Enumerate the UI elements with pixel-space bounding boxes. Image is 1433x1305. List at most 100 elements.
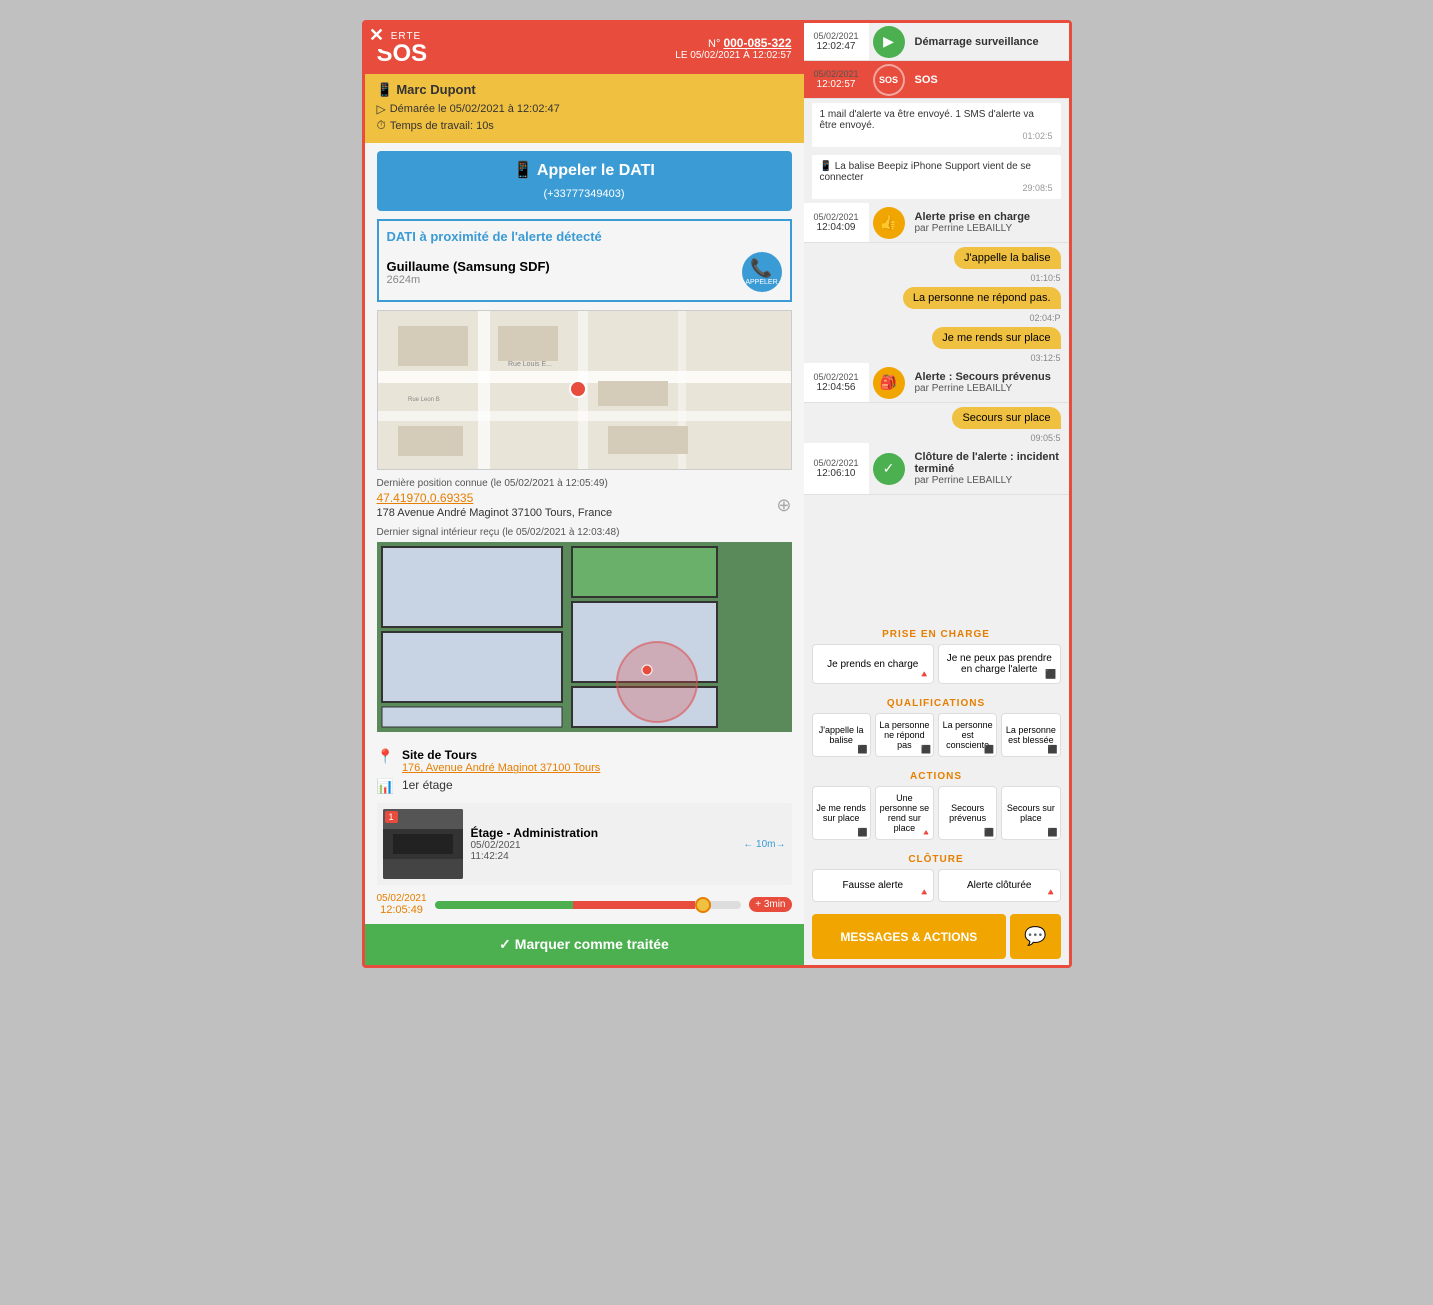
location-row: 47.41970,0.69335 178 Avenue André Magino… (377, 491, 792, 519)
event-sub-3: par Perrine LEBAILLY (915, 223, 1063, 234)
location-coords[interactable]: 47.41970,0.69335 (377, 491, 613, 505)
event-icon-col-1: ▶ (869, 23, 909, 60)
location-info: Dernière position connue (le 05/02/2021 … (377, 478, 792, 519)
ne-pas-prendre-button[interactable]: Je ne peux pas prendre en charge l'alert… (938, 644, 1061, 684)
personne-consciente-button[interactable]: La personne est consciente ⬛ (938, 713, 997, 757)
qualif-icon-1: ⬛ (858, 745, 868, 754)
cloture-icon-2: 🔺 (1045, 887, 1056, 898)
photo-title: Étage - Administration (471, 826, 736, 840)
event-content-5: Clôture de l'alerte : incident terminé p… (909, 443, 1069, 494)
event-time-5: 05/02/2021 12:06:10 (804, 443, 869, 494)
map-background: Rue Louis E... Rue Leon B (378, 311, 791, 469)
cloture-row: Fausse alerte 🔺 Alerte clôturée 🔺 (804, 869, 1069, 908)
dati-proximity-box: DATI à proximité de l'alerte détecté Gui… (377, 219, 792, 302)
location-address: 178 Avenue André Maginot 37100 Tours, Fr… (377, 507, 613, 519)
event-title-1: Démarrage surveillance (915, 36, 1063, 48)
message-time-2: 02:04:P (804, 313, 1061, 323)
event-title-4: Alerte : Secours prévenus (915, 371, 1063, 383)
timeline-bar (435, 901, 742, 909)
prise-en-charge-title: PRISE EN CHARGE (804, 621, 1069, 644)
close-button[interactable]: ✕ (363, 21, 391, 49)
call-dati-number: (+33777349403) (543, 188, 624, 201)
timeline-section: 05/02/2021 12:05:49 + 3min (365, 885, 804, 924)
qualif-icon-2: ⬛ (921, 745, 931, 754)
event-time-1: 05/02/2021 12:02:47 (804, 23, 869, 60)
site-row: 📍 Site de Tours 176, Avenue André Magino… (377, 748, 792, 774)
photo-date: 05/02/2021 11:42:24 (471, 840, 736, 862)
message-bubble-1: J'appelle la balise (954, 247, 1061, 269)
dati-call-button[interactable]: 📞 APPELER (742, 252, 782, 292)
site-name: Site de Tours (402, 748, 600, 762)
messages-actions-button[interactable]: MESSAGES & ACTIONS (812, 914, 1007, 959)
photo-thumbnail[interactable]: 1 (383, 809, 463, 879)
message-time-4: 09:05:5 (804, 433, 1061, 443)
site-icon: 📍 (377, 748, 394, 765)
crosshair-icon[interactable]: ⊕ (776, 495, 791, 516)
timeline-green (435, 901, 573, 909)
event-content-1: Démarrage surveillance (909, 23, 1069, 60)
map-container[interactable]: Rue Louis E... Rue Leon B (377, 310, 792, 470)
call-dati-button[interactable]: 📱 Appeler le DATI (+33777349403) (377, 151, 792, 211)
site-info: 📍 Site de Tours 176, Avenue André Magino… (365, 740, 804, 803)
message-bubble-2: La personne ne répond pas. (903, 287, 1061, 309)
rends-place-button[interactable]: Je me rends sur place ⬛ (812, 786, 871, 840)
site-address[interactable]: 176, Avenue André Maginot 37100 Tours (402, 762, 600, 774)
work-time-row: ⏱ Temps de travail: 10s (377, 118, 792, 133)
event-icon-col-3: 👍 (869, 203, 909, 242)
timeline-red (573, 901, 696, 909)
info-box: 📱 Marc Dupont ▷ Démarée le 05/02/2021 à … (365, 74, 804, 143)
secours-place-button[interactable]: Secours sur place ⬛ (1001, 786, 1060, 840)
event-content-3: Alerte prise en charge par Perrine LEBAI… (909, 203, 1069, 242)
mark-treated-button[interactable]: ✓ Marquer comme traitée (365, 924, 804, 965)
photo-badge: 1 (385, 811, 398, 823)
event-icon-col-5: ✓ (869, 443, 909, 494)
cloture-title: CLÔTURE (804, 846, 1069, 869)
event-title-3: Alerte prise en charge (915, 211, 1063, 223)
personne-blessee-button[interactable]: La personne est blessée ⬛ (1001, 713, 1060, 757)
photo-section: 1 Étage - Administration 05/02/2021 11:4… (377, 803, 792, 885)
action-icon-3: ⬛ (984, 828, 994, 837)
dati-distance: 2624m (387, 274, 550, 286)
floor-row: 📊 1er étage (377, 778, 792, 795)
event-sub-5: par Perrine LEBAILLY (915, 475, 1063, 486)
right-scroll: 05/02/2021 12:02:47 ▶ Démarrage surveill… (804, 23, 1069, 965)
alert-number-label: N° 000-085-322 (675, 36, 791, 50)
timeline-clock: 12:05:49 (377, 904, 427, 916)
last-position-label: Dernière position connue (le 05/02/2021 … (377, 478, 792, 489)
dati-proximity-title: DATI à proximité de l'alerte détecté (387, 229, 782, 244)
sos-circle-icon: SOS (873, 64, 905, 96)
event-item-2: 05/02/2021 12:02:57 SOS SOS (804, 61, 1069, 99)
qualifications-row: J'appelle la balise ⬛ La personne ne rép… (804, 713, 1069, 763)
message-bubble-4: Secours sur place (952, 407, 1060, 429)
personne-repond-pas-button[interactable]: La personne ne répond pas ⬛ (875, 713, 934, 757)
chat-icon-button[interactable]: 💬 (1010, 914, 1060, 959)
timeline-date: 05/02/2021 (377, 893, 427, 904)
secours-prevenus-button[interactable]: Secours prévenus ⬛ (938, 786, 997, 840)
phone-icon: 📞 (750, 258, 772, 279)
message-time-1: 01:10:5 (804, 273, 1061, 283)
left-panel: ALERTE SOS N° 000-085-322 LE 05/02/2021 … (365, 23, 804, 965)
alerte-cloturee-button[interactable]: Alerte clôturée 🔺 (938, 869, 1061, 902)
indoor-svg (377, 542, 792, 732)
floor-label: 1er étage (402, 778, 453, 792)
fausse-alerte-button[interactable]: Fausse alerte 🔺 (812, 869, 935, 902)
main-container: ✕ ALERTE SOS N° 000-085-322 LE 05/02/202… (362, 20, 1072, 968)
prendre-en-charge-button[interactable]: Je prends en charge 🔺 (812, 644, 935, 684)
event-content-4: Alerte : Secours prévenus par Perrine LE… (909, 363, 1069, 402)
stop-small-icon: ⬛ (1045, 669, 1056, 680)
alert-date: LE 05/02/2021 À 12:02:57 (675, 50, 791, 61)
event-item-5: 05/02/2021 12:06:10 ✓ Clôture de l'alert… (804, 443, 1069, 495)
location-details: 47.41970,0.69335 178 Avenue André Magino… (377, 491, 613, 519)
cloture-icon-1: 🔺 (919, 887, 930, 898)
info-message-2: 📱 La balise Beepiz iPhone Support vient … (812, 155, 1061, 199)
event-title-2: SOS (915, 74, 1063, 86)
thumbsup-small-icon: 🔺 (919, 669, 930, 680)
phone-small-icon: 📱 (820, 161, 835, 172)
message-time-3: 03:12:5 (804, 353, 1061, 363)
qualif-icon-3: ⬛ (984, 745, 994, 754)
photo-info: Étage - Administration 05/02/2021 11:42:… (471, 826, 736, 862)
timeline-plus: + 3min (749, 897, 791, 912)
personne-rend-button[interactable]: Une personne se rend sur place 🔺 (875, 786, 934, 840)
action-icon-1: ⬛ (858, 828, 868, 837)
appelle-balise-button[interactable]: J'appelle la balise ⬛ (812, 713, 871, 757)
